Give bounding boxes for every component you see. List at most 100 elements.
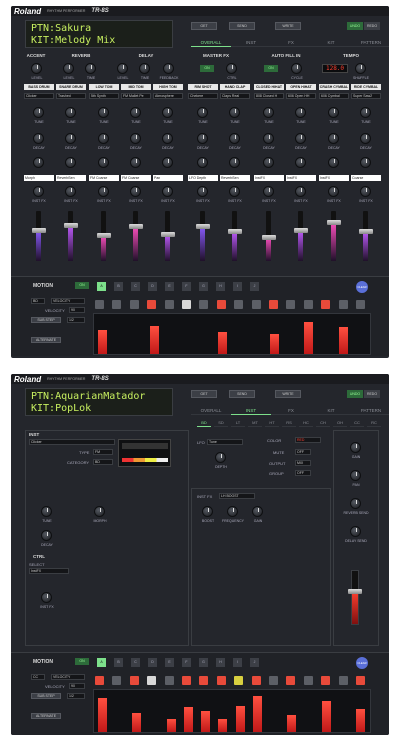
tab-fx[interactable]: FX <box>271 38 311 47</box>
motion-step-c[interactable]: C <box>131 282 140 291</box>
inst-fx-knob-mt[interactable] <box>130 186 141 197</box>
motion-pad-11[interactable] <box>269 676 278 685</box>
decay-knob-rc[interactable] <box>360 133 371 144</box>
inst-select-rs[interactable]: Chekere <box>188 93 218 99</box>
motion-pad-2[interactable] <box>112 676 122 685</box>
motion-pad-4[interactable] <box>147 676 157 685</box>
reverb-time-knob[interactable] <box>85 63 96 74</box>
tune-knob-ch[interactable] <box>263 107 274 118</box>
motion-pad-1[interactable] <box>95 300 104 309</box>
inst-fx-knob-ch[interactable] <box>263 186 274 197</box>
motion-on-button[interactable]: ON <box>75 658 89 665</box>
reverb-send-knob[interactable] <box>350 498 361 509</box>
motion-pad-10[interactable] <box>251 300 261 309</box>
inst-fx-knob-sd[interactable] <box>65 186 76 197</box>
tempo-display[interactable]: 128.0 <box>322 64 348 73</box>
motion-pad-15[interactable] <box>338 676 348 685</box>
fader-oh[interactable] <box>293 211 308 261</box>
tune-knob[interactable] <box>41 506 52 517</box>
motion-param-select[interactable]: VELOCITY <box>51 674 85 680</box>
ctrl-knob-sd[interactable] <box>65 157 76 168</box>
inst-tab-bd[interactable]: BD <box>197 419 211 427</box>
tab-overall[interactable]: OVERALL <box>191 38 231 47</box>
sub-step-button[interactable]: SUB STEP <box>31 693 61 699</box>
tab-fx[interactable]: FX <box>271 406 311 415</box>
auto-fill-on-button[interactable]: ON <box>264 65 278 72</box>
decay-knob-rs[interactable] <box>197 133 208 144</box>
ctrl-select-oh[interactable]: InstFX <box>286 175 316 181</box>
ctrl-select-ht[interactable]: Pan <box>153 175 183 181</box>
decay-knob-oh[interactable] <box>295 133 306 144</box>
track-label-mt[interactable]: MID TOM <box>121 84 151 90</box>
motion-inst-select[interactable]: BD <box>31 298 45 304</box>
decay-knob-bd[interactable] <box>33 133 44 144</box>
decay-knob-cc[interactable] <box>328 133 339 144</box>
inst-fx-knob-bd[interactable] <box>33 186 44 197</box>
track-label-bd[interactable]: BASS DRUM <box>24 84 54 90</box>
fader-mt[interactable] <box>128 211 143 261</box>
motion-step-e[interactable]: E <box>165 658 174 667</box>
master-fx-ctrl-knob[interactable] <box>226 63 237 74</box>
redo-button[interactable]: REDO <box>364 390 380 398</box>
tab-inst[interactable]: INST <box>231 38 271 47</box>
group-select[interactable]: OFF <box>295 470 311 476</box>
inst-tab-rc[interactable]: RC <box>367 419 381 427</box>
decay-knob-hc[interactable] <box>229 133 240 144</box>
motion-pad-13[interactable] <box>303 300 313 309</box>
motion-clear-button[interactable]: CLEAR <box>356 657 368 669</box>
tab-pattern[interactable]: PATTERN <box>351 38 389 47</box>
inst-tab-lt[interactable]: LT <box>231 419 245 427</box>
inst-select-lt[interactable]: 5th Synth <box>89 93 119 99</box>
inst-fx-knob-hc[interactable] <box>229 186 240 197</box>
inst-fx-knob-rc[interactable] <box>360 186 371 197</box>
track-label-sd[interactable]: SNARE DRUM <box>56 84 86 90</box>
velocity-input[interactable]: 90 <box>69 307 85 313</box>
motion-pad-3[interactable] <box>129 300 139 309</box>
motion-pad-12[interactable] <box>286 676 296 685</box>
ctrl-knob-ch[interactable] <box>263 157 274 168</box>
motion-step-j[interactable]: J <box>250 282 259 291</box>
inst-select-rc[interactable]: Super Saw2 <box>351 93 381 99</box>
fader-cap-oh[interactable] <box>293 228 308 233</box>
fader-rs[interactable] <box>195 211 210 261</box>
track-label-lt[interactable]: LOW TOM <box>89 84 119 90</box>
ctrl-select-rc[interactable]: Coarse <box>351 175 381 181</box>
inst-fx-knob-ht[interactable] <box>162 186 173 197</box>
motion-step-b[interactable]: B <box>114 658 123 667</box>
delay-send-knob[interactable] <box>350 526 361 537</box>
fader-cap-ht[interactable] <box>160 231 175 237</box>
inst-tab-rs[interactable]: RS <box>282 419 296 427</box>
send-button[interactable]: SEND <box>229 390 255 398</box>
motion-pad-6[interactable] <box>182 676 191 685</box>
delay-feedback-knob[interactable] <box>163 63 174 74</box>
fader-hc[interactable] <box>227 211 242 261</box>
ctrl-knob-rs[interactable] <box>197 157 208 168</box>
motion-clear-button[interactable]: CLEAR <box>356 281 368 293</box>
ctrl-select-bd[interactable]: Morph <box>24 175 54 181</box>
fader-ht[interactable] <box>160 211 175 261</box>
fader-cap-hc[interactable] <box>227 229 242 234</box>
delay-level-knob[interactable] <box>117 63 128 74</box>
motion-inst-select[interactable]: CC <box>31 674 45 680</box>
motion-pad-14[interactable] <box>321 676 331 685</box>
fader-sd[interactable] <box>63 211 78 261</box>
tune-knob-oh[interactable] <box>295 107 306 118</box>
auto-fill-cycle-knob[interactable] <box>291 63 302 74</box>
motion-pad-15[interactable] <box>338 300 348 309</box>
output-select[interactable]: MIX <box>295 460 311 466</box>
decay-knob-ch[interactable] <box>263 133 274 144</box>
motion-step-a[interactable]: A <box>97 282 106 291</box>
ctrl-select-rs[interactable]: LFO Depth <box>188 175 218 181</box>
decay-knob[interactable] <box>41 530 52 541</box>
track-label-rs[interactable]: RIM SHOT <box>188 84 218 90</box>
lfo-depth-knob[interactable] <box>215 452 226 463</box>
fader-bd[interactable] <box>31 211 46 261</box>
tab-overall[interactable]: OVERALL <box>191 406 231 415</box>
motion-step-f[interactable]: F <box>182 658 191 667</box>
shuffle-knob[interactable] <box>355 63 366 74</box>
sub-step-select[interactable]: 1/2 <box>67 317 85 323</box>
master-fx-on-button[interactable]: ON <box>200 65 214 72</box>
boost-knob[interactable] <box>202 506 213 517</box>
level-fader[interactable] <box>348 570 362 625</box>
alternate-button[interactable]: ALTERNATE <box>31 713 61 719</box>
